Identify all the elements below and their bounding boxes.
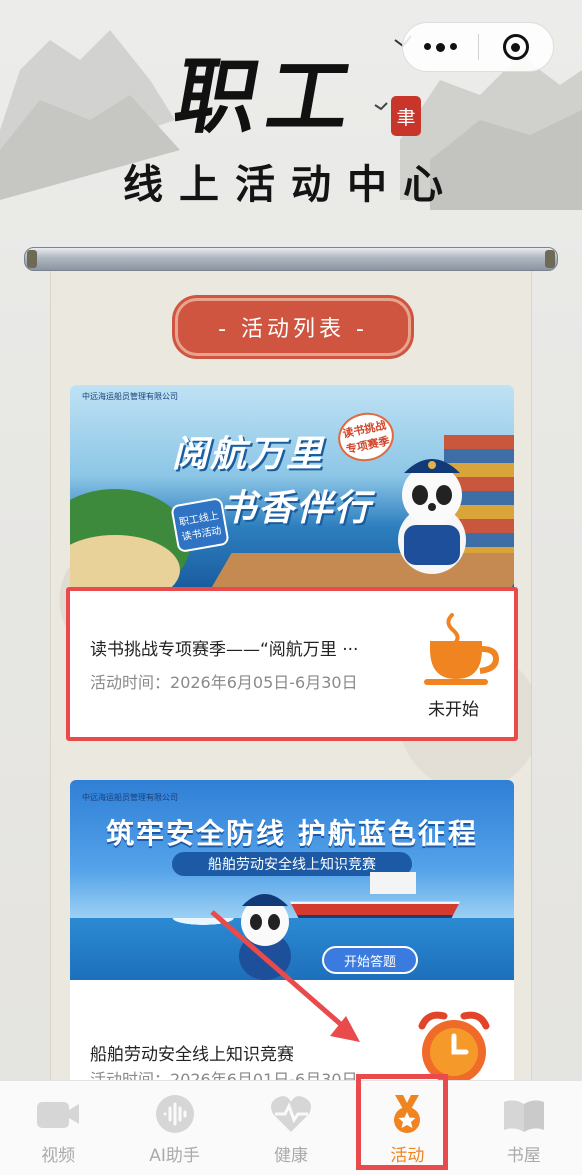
target-circle-icon xyxy=(502,34,529,60)
start-quiz-button[interactable]: 开始答题 xyxy=(322,946,418,974)
company-logo-text: 中远海运船员管理有限公司 xyxy=(82,392,178,401)
activity-banner-safety[interactable]: 中远海运船员管理有限公司 筑牢安全防线 护航蓝色征程 船舶劳动安全线上知识竞赛 … xyxy=(70,780,514,980)
activity-banner-reading[interactable]: 中远海运船员管理有限公司 阅航万里 书香伴行 读书挑战 专项赛季 职工线上 读书… xyxy=(70,385,514,587)
bottom-tab-bar: 视频 AI助手 健康 活动 书屋 xyxy=(0,1080,582,1175)
tab-label-health: 健康 xyxy=(273,1146,308,1166)
page-title-calligraphy: 职工 xyxy=(167,49,369,145)
mini-program-capsule xyxy=(402,22,554,72)
close-program-button[interactable] xyxy=(479,22,554,72)
tab-label-ai-assistant: AI助手 xyxy=(149,1146,200,1166)
banner-title: 筑牢安全防线 护航蓝色征程 xyxy=(106,817,478,850)
tab-health[interactable]: 健康 xyxy=(233,1081,349,1175)
activity-title: 船舶劳动安全线上知识竞赛 xyxy=(90,1045,294,1065)
open-book-icon xyxy=(501,1093,547,1135)
page-subtitle: 线上活动中心 xyxy=(123,162,459,208)
banner-event-badge: 职工线上 读书活动 xyxy=(170,496,230,554)
panda-sailor-mascot xyxy=(239,894,291,980)
tab-ai-assistant[interactable]: AI助手 xyxy=(116,1081,232,1175)
activity-card-safety-quiz[interactable]: 中远海运船员管理有限公司 筑牢安全防线 护航蓝色征程 船舶劳动安全线上知识竞赛 … xyxy=(70,780,514,1100)
more-dots-icon xyxy=(423,42,457,52)
more-options-button[interactable] xyxy=(403,22,478,72)
panda-sailor-mascot xyxy=(398,459,466,574)
scroll-rod xyxy=(24,247,558,271)
company-logo-text: 中远海运船员管理有限公司 xyxy=(82,793,178,802)
section-title-badge: - 活动列表 - xyxy=(175,298,411,356)
tab-video[interactable]: 视频 xyxy=(0,1081,116,1175)
red-seal-stamp: 聿 xyxy=(391,96,421,136)
heart-pulse-icon xyxy=(268,1093,314,1135)
tab-label-video: 视频 xyxy=(41,1146,76,1166)
banner-title-line2: 书香伴行 xyxy=(220,488,373,529)
video-camera-icon xyxy=(35,1093,81,1135)
voice-wave-icon xyxy=(152,1093,198,1135)
banner-ship-bridge xyxy=(370,872,416,894)
banner-title-line1: 阅航万里 xyxy=(172,434,325,475)
highlight-box-activity-info xyxy=(66,587,518,741)
tab-bookhouse[interactable]: 书屋 xyxy=(466,1081,582,1175)
banner-season-tag: 读书挑战 专项赛季 xyxy=(333,407,399,467)
tab-label-bookhouse: 书屋 xyxy=(506,1146,541,1166)
highlight-box-activity-tab xyxy=(356,1074,448,1170)
